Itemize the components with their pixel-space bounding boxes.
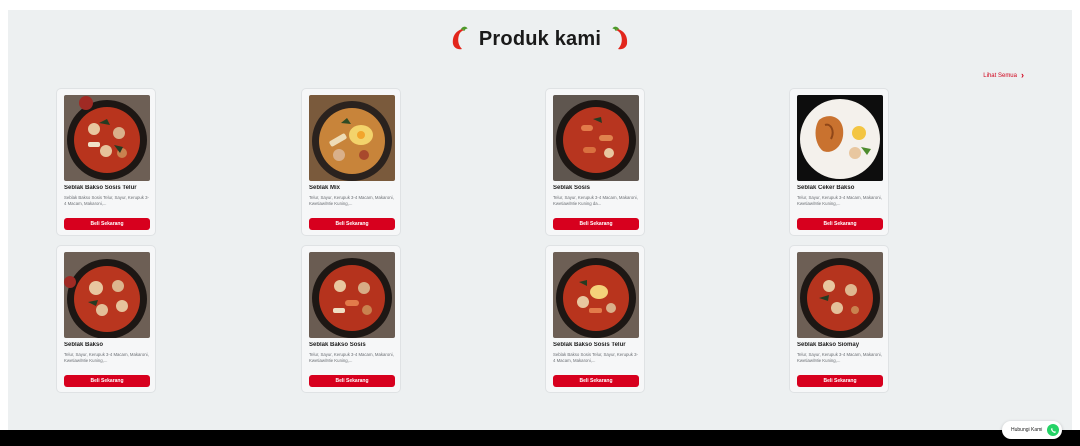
chili-icon-left [452,26,468,50]
product-card-seblak-bakso-siomay[interactable]: Seblak Bakso Siomay Telur, Sayur, Kerupu… [789,245,889,393]
product-name: Seblak Bakso [64,342,104,348]
product-card-seblak-bakso-sosis[interactable]: Seblak Bakso Sosis Telur, Sayur, Kerupuk… [301,245,401,393]
contact-us-button[interactable]: Hubungi Kami [1002,421,1062,439]
buy-now-button[interactable]: Beli Sekarang [309,375,395,387]
product-card-seblak-mix[interactable]: Seblak Mix Telur, Sayur, Kerupuk 3-4 Mac… [301,88,401,236]
product-name: Seblak Sosis [553,185,591,191]
product-description: Telur, Sayur, Kerupuk 3-4 Macam, Makaron… [797,195,882,206]
product-card-seblak-bakso-sosis-telur[interactable]: Seblak Bakso Sosis Telur Seblak Bakso So… [56,88,156,236]
seblak-bowl-icon [64,252,150,338]
product-image [553,252,639,338]
buy-now-button[interactable]: Beli Sekarang [64,375,150,387]
whatsapp-icon [1047,424,1060,436]
buy-now-button[interactable]: Beli Sekarang [553,375,639,387]
product-description: Seblak Bakso Sosis Telur, Sayur, Kerupuk… [64,195,149,206]
product-image [64,252,150,338]
buy-now-button[interactable]: Beli Sekarang [553,218,639,230]
product-name: Seblak Mix [309,185,341,191]
product-image [797,95,883,181]
product-description: Telur, Sayur, Kerupuk 3-4 Macam, Makaron… [64,352,149,363]
seblak-bowl-icon [309,252,395,338]
top-strip [0,0,1080,10]
product-name: Seblak Bakso Siomay [797,342,860,348]
contact-label: Hubungi Kami [1011,427,1043,433]
buy-now-button[interactable]: Beli Sekarang [797,218,883,230]
buy-now-button[interactable]: Beli Sekarang [797,375,883,387]
product-image [309,252,395,338]
chevron-right-icon: › [1021,70,1024,80]
product-description: Seblak Bakso Sosis Telur, Sayur, Kerupuk… [553,352,638,363]
section-title: Produk kami [478,27,602,50]
buy-now-button[interactable]: Beli Sekarang [64,218,150,230]
seblak-bowl-icon [309,95,395,181]
product-name: Seblak Bakso Sosis [309,342,366,348]
product-description: Telur, Sayur, Kerupuk 3-4 Macam, Makaron… [309,195,394,206]
seblak-plate-icon [797,95,883,181]
seblak-bowl-icon [797,252,883,338]
product-description: Telur, Sayur, Kerupuk 3-4 Macam, Makaron… [309,352,394,363]
product-image [64,95,150,181]
product-card-seblak-sosis[interactable]: Seblak Sosis Telur, Sayur, Kerupuk 3-4 M… [545,88,645,236]
seblak-bowl-icon [553,252,639,338]
chili-icon-right [612,26,628,50]
see-all-label: Lihat Semua [983,72,1017,79]
product-description: Telur, Sayur, Kerupuk 3-4 Macam, Makaron… [797,352,882,363]
product-description: Telur, Sayur, Kerupuk 3-4 Macam, Makaron… [553,195,638,206]
footer-bar [0,430,1080,446]
product-card-seblak-bakso[interactable]: Seblak Bakso Telur, Sayur, Kerupuk 3-4 M… [56,245,156,393]
product-image [309,95,395,181]
seblak-bowl-icon [553,95,639,181]
buy-now-button[interactable]: Beli Sekarang [309,218,395,230]
see-all-link[interactable]: Lihat Semua › [983,71,1024,80]
product-image [797,252,883,338]
product-image [553,95,639,181]
seblak-bowl-icon [64,95,150,181]
products-section: Produk kami Lihat Semua › Seblak Bakso S… [8,10,1072,430]
product-name: Seblak Bakso Sosis Telur [553,342,626,348]
section-header: Produk kami [8,26,1072,52]
product-name: Seblak Bakso Sosis Telur [64,185,137,191]
product-card-seblak-ceker-bakso[interactable]: Seblak Ceker Bakso Telur, Sayur, Kerupuk… [789,88,889,236]
product-name: Seblak Ceker Bakso [797,185,855,191]
product-card-seblak-bakso-sosis-telur-2[interactable]: Seblak Bakso Sosis Telur Seblak Bakso So… [545,245,645,393]
